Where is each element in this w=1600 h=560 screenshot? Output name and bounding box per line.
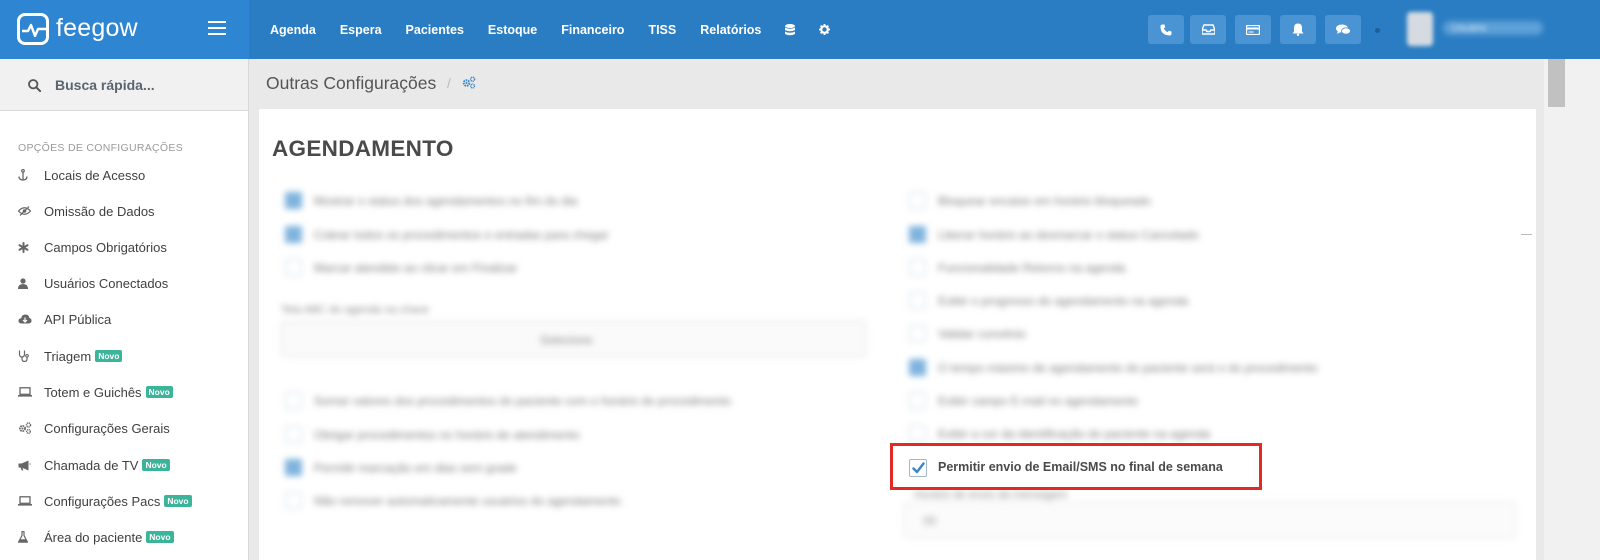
sidebar-item-triagem[interactable]: Triagem Novo xyxy=(18,346,123,366)
inbox-icon xyxy=(1201,24,1215,35)
nav-pacientes[interactable]: Pacientes xyxy=(406,23,464,37)
new-badge: Novo xyxy=(146,531,174,543)
phone-icon xyxy=(1160,24,1172,35)
option-checkbox[interactable]: Validar convênio xyxy=(909,325,1026,342)
anchor-icon xyxy=(18,168,35,182)
menu-toggle-icon[interactable] xyxy=(208,21,226,35)
logo-area: feegow xyxy=(0,0,249,59)
option-checkbox[interactable]: Marcar atendido ao clicar em Finalizar xyxy=(285,259,517,276)
asterisk-icon xyxy=(18,240,35,254)
chat-button[interactable] xyxy=(1325,15,1361,44)
inbox-button[interactable] xyxy=(1190,15,1226,44)
bullhorn-icon xyxy=(18,458,35,472)
chat-icon xyxy=(1335,24,1351,35)
nav-agenda[interactable]: Agenda xyxy=(270,23,316,37)
user-icon xyxy=(18,276,35,290)
new-badge: Novo xyxy=(142,459,170,471)
search-icon xyxy=(28,79,41,92)
option-checkbox[interactable]: Somar valores dos procedimentos do pacie… xyxy=(285,392,731,409)
sidebar-item-configuracoes-gerais[interactable]: Configurações Gerais xyxy=(18,418,170,438)
weekend-email-sms-label[interactable]: Permitir envio de Email/SMS no final de … xyxy=(938,460,1223,474)
option-checkbox[interactable]: O tempo máximo de agendamento do pacient… xyxy=(909,359,1318,376)
card-button[interactable] xyxy=(1235,15,1271,44)
divider xyxy=(1521,234,1532,235)
sidebar: OPÇÕES DE CONFIGURAÇÕES Locais de Acesso… xyxy=(0,111,249,560)
option-checkbox[interactable]: Exibir a cor da identificação do pacient… xyxy=(909,425,1210,442)
highlighted-option: Permitir envio de Email/SMS no final de … xyxy=(890,443,1262,490)
scrollbar[interactable] xyxy=(1544,59,1600,560)
option-checkbox[interactable]: Bloquear encaixe em horário bloqueado xyxy=(909,192,1151,209)
nav-estoque[interactable]: Estoque xyxy=(488,23,537,37)
eye-slash-icon xyxy=(18,204,35,218)
stethoscope-icon xyxy=(18,349,35,363)
cogs-icon[interactable] xyxy=(462,76,476,89)
card-icon xyxy=(1246,24,1260,35)
option-checkbox[interactable]: Permitir marcação em dias sem grade xyxy=(285,459,517,476)
gear-icon[interactable] xyxy=(819,24,831,35)
breadcrumb-separator: / xyxy=(447,75,451,91)
sidebar-heading: OPÇÕES DE CONFIGURAÇÕES xyxy=(18,142,184,154)
send-time-input[interactable]: 00 xyxy=(904,502,1516,538)
database-icon[interactable] xyxy=(785,23,796,36)
cloud-icon xyxy=(18,312,35,326)
nav-espera[interactable]: Espera xyxy=(340,23,382,37)
option-checkbox[interactable]: Obrigar procedimentos no horário de aten… xyxy=(285,426,580,443)
weekend-email-sms-checkbox[interactable] xyxy=(909,459,927,477)
option-checkbox[interactable]: Funcionalidade Retorno na agenda xyxy=(909,259,1125,276)
sidebar-item-area-do-paciente[interactable]: Área do paciente Novo xyxy=(18,527,174,547)
new-badge: Novo xyxy=(164,495,192,507)
option-checkbox[interactable]: Cobrar todos os procedimentos e entradas… xyxy=(285,226,609,243)
laptop-icon xyxy=(18,385,35,399)
sidebar-item-locais-de-acesso[interactable]: Locais de Acesso xyxy=(18,165,145,185)
logo-text[interactable]: feegow xyxy=(56,14,138,43)
phone-button[interactable] xyxy=(1148,15,1184,44)
new-badge: Novo xyxy=(95,350,123,362)
new-badge: Novo xyxy=(145,386,173,398)
status-dot xyxy=(1375,28,1380,33)
sidebar-item-chamada-de-tv[interactable]: Chamada de TV Novo xyxy=(18,455,170,475)
top-navbar: feegow Agenda Espera Pacientes Estoque F… xyxy=(0,0,1600,59)
laptop-icon xyxy=(18,494,35,508)
nav-relatorios[interactable]: Relatórios xyxy=(700,23,761,37)
logo-icon xyxy=(17,13,49,45)
settings-panel: AGENDAMENTO Mostrar o status dos agendam… xyxy=(259,109,1536,560)
breadcrumb: Outras Configurações / xyxy=(250,59,1544,108)
quick-search xyxy=(0,59,249,111)
notifications-button[interactable] xyxy=(1280,15,1316,44)
cogs-icon xyxy=(18,421,35,435)
option-checkbox[interactable]: Liberar horário ao desmarcar o status Ca… xyxy=(909,226,1199,243)
search-input[interactable] xyxy=(55,75,235,95)
option-checkbox[interactable]: Exibir campo E-mail no agendamento xyxy=(909,392,1138,409)
option-checkbox[interactable]: Mostrar o status dos agendamentos no fim… xyxy=(285,192,577,209)
nav-tiss[interactable]: TISS xyxy=(648,23,676,37)
main-nav: Agenda Espera Pacientes Estoque Financei… xyxy=(270,0,854,59)
nav-financeiro[interactable]: Financeiro xyxy=(561,23,624,37)
option-checkbox[interactable]: Exibir o progresso do agendamento na age… xyxy=(909,292,1188,309)
select-label: Tela ABC do agenda na chave xyxy=(281,304,430,316)
avatar[interactable] xyxy=(1407,12,1433,46)
input-label: Horário de envio da mensagem xyxy=(914,489,1068,501)
option-checkbox[interactable]: Não remover automaticamente usuários do … xyxy=(285,492,621,509)
section-title: AGENDAMENTO xyxy=(272,136,454,161)
select-dropdown[interactable]: Selecione xyxy=(281,321,866,357)
flask-icon xyxy=(18,530,35,544)
check-icon xyxy=(912,462,925,474)
sidebar-item-omissao-de-dados[interactable]: Omissão de Dados xyxy=(18,201,155,221)
sidebar-item-usuarios-conectados[interactable]: Usuários Conectados xyxy=(18,273,168,293)
bell-icon xyxy=(1292,23,1304,36)
sidebar-item-configuracoes-pacs[interactable]: Configurações Pacs Novo xyxy=(18,491,192,511)
sidebar-item-totem-e-guiches[interactable]: Totem e Guichês Novo xyxy=(18,382,173,402)
scroll-thumb[interactable] xyxy=(1548,59,1565,107)
sidebar-item-campos-obrigatorios[interactable]: Campos Obrigatórios xyxy=(18,237,167,257)
page-title: Outras Configurações xyxy=(266,73,437,93)
sidebar-item-api-publica[interactable]: API Pública xyxy=(18,309,111,329)
user-name[interactable]: Usuário xyxy=(1452,23,1486,34)
scroll-track[interactable] xyxy=(1544,59,1600,560)
